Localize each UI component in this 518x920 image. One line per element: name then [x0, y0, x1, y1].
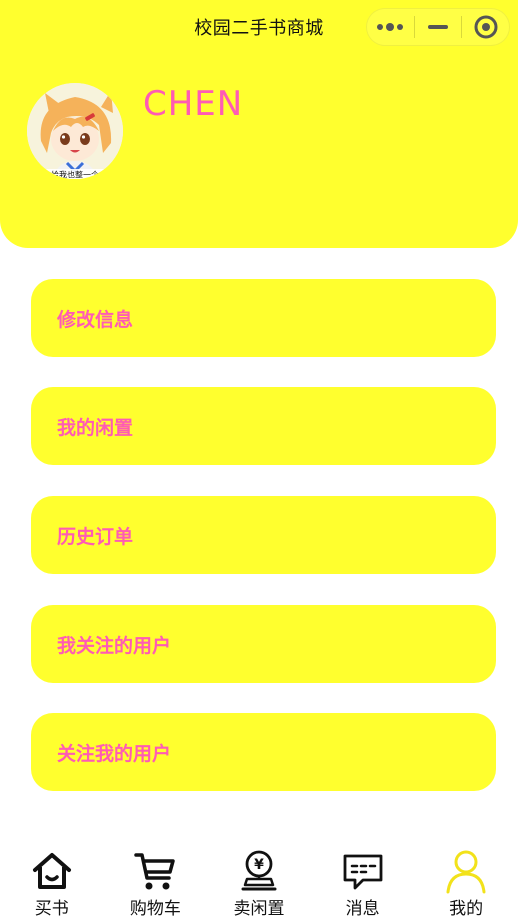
my-idle-items-button[interactable]: 我的闲置	[31, 387, 496, 465]
tab-cart[interactable]: 购物车	[104, 838, 208, 920]
cart-icon	[134, 853, 176, 890]
user-icon	[446, 850, 486, 894]
chat-icon	[343, 854, 382, 890]
tab-label: 消息	[345, 899, 380, 919]
minimize-icon	[428, 25, 448, 29]
tab-label: 卖闲置	[233, 899, 285, 919]
profile-screen: 校园二手书商城 给我也整一个 CHEN 修改信息 我的闲置 历史订单 我关注的用…	[0, 0, 518, 920]
tab-sell-idle[interactable]: ¥ 卖闲置	[207, 838, 311, 920]
order-history-button[interactable]: 历史订单	[31, 496, 496, 574]
edit-info-button[interactable]: 修改信息	[31, 279, 496, 357]
menu-item-label: 我的闲置	[57, 416, 134, 439]
tab-bar: 买书 购物车 ¥ 卖闲置 消息 我的	[0, 838, 518, 920]
profile-header: 校园二手书商城 给我也整一个 CHEN	[0, 0, 518, 248]
username: CHEN	[143, 84, 244, 124]
miniprogram-capsule	[366, 8, 510, 46]
tab-mine[interactable]: 我的	[414, 838, 518, 920]
tab-label: 买书	[34, 899, 69, 919]
yen-coin-icon: ¥	[241, 850, 277, 891]
menu-item-label: 历史订单	[57, 525, 134, 548]
following-users-button[interactable]: 我关注的用户	[31, 605, 496, 683]
avatar-image: 给我也整一个	[27, 83, 123, 179]
menu-item-label: 关注我的用户	[57, 742, 172, 765]
followers-button[interactable]: 关注我的用户	[31, 713, 496, 791]
more-dots-icon	[377, 23, 404, 31]
close-miniprogram-button[interactable]	[462, 9, 509, 45]
tab-label: 购物车	[129, 899, 181, 919]
svg-text:¥: ¥	[254, 857, 264, 873]
menu-item-label: 修改信息	[57, 308, 134, 331]
minimize-button[interactable]	[415, 9, 462, 45]
menu-item-label: 我关注的用户	[57, 634, 172, 657]
tab-buy-books[interactable]: 买书	[0, 838, 104, 920]
tab-messages[interactable]: 消息	[311, 838, 415, 920]
avatar[interactable]: 给我也整一个	[27, 83, 123, 179]
tab-label: 我的	[449, 899, 484, 919]
home-icon	[32, 853, 71, 889]
avatar-caption: 给我也整一个	[51, 170, 99, 180]
more-button[interactable]	[367, 9, 414, 45]
target-close-icon	[474, 15, 498, 39]
